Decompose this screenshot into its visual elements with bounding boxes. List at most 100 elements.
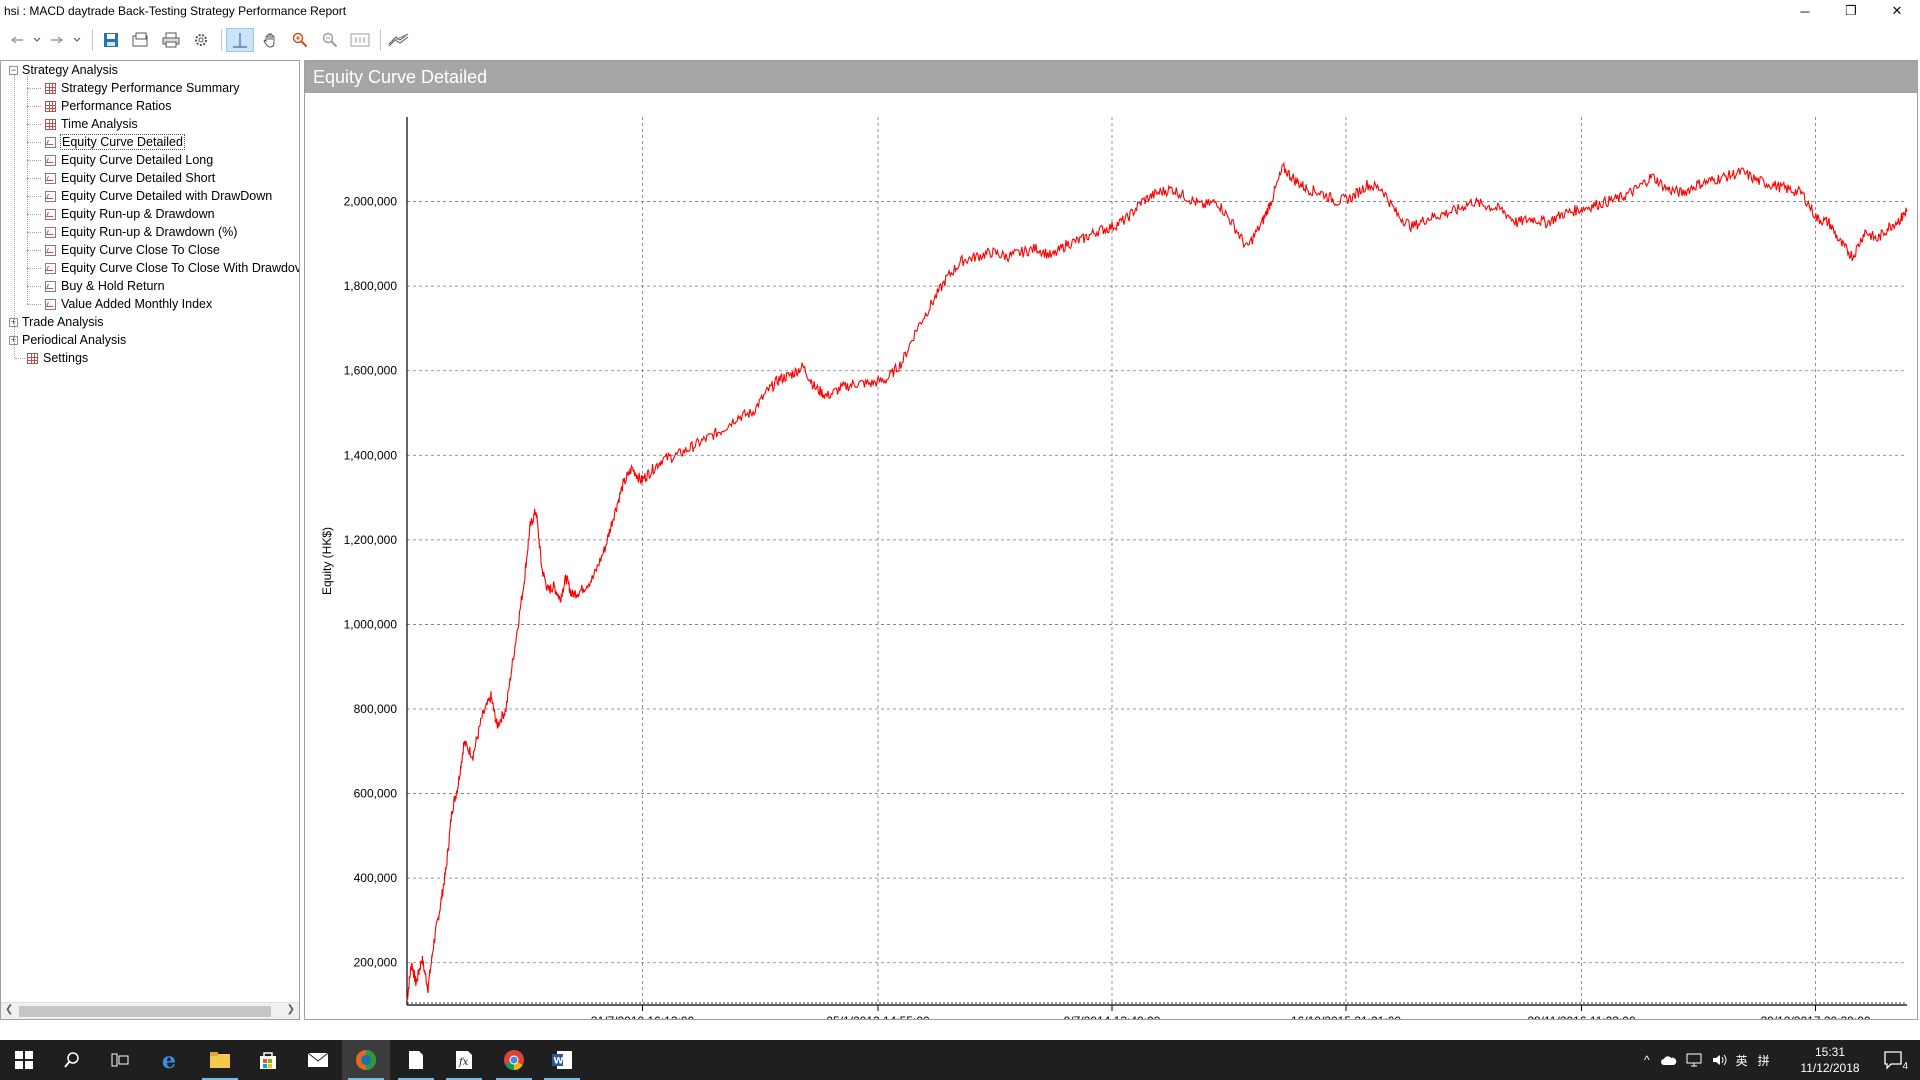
tree-connector (27, 75, 28, 304)
open-icon (132, 32, 148, 47)
network-icon[interactable] (1686, 1053, 1704, 1067)
zoom-reset-icon (350, 33, 370, 47)
svg-text:W: W (554, 1057, 564, 1067)
tree-item-performance-ratios[interactable]: Performance Ratios (45, 97, 171, 115)
tree-item-equity-curve-detailed[interactable]: Equity Curve Detailed (45, 133, 185, 151)
cloud-icon[interactable] (1660, 1054, 1678, 1066)
close-icon: ✕ (1891, 3, 1903, 18)
restore-button[interactable]: ❐ (1828, 0, 1874, 22)
tree-item-buy-hold-return[interactable]: Buy & Hold Return (45, 277, 165, 295)
pan-button[interactable] (256, 28, 284, 52)
scroll-left-icon[interactable]: ❮ (5, 1004, 13, 1015)
edge-icon: e (162, 1049, 176, 1071)
file-explorer-app[interactable] (196, 1040, 244, 1080)
crosshair-button[interactable] (226, 28, 254, 52)
tree-item-settings[interactable]: Settings (27, 349, 88, 367)
tree-connector (27, 160, 41, 161)
tree-item-label: Equity Curve Detailed (60, 134, 185, 150)
forward-dropdown-button[interactable] (68, 28, 86, 52)
report-tree: ❮ ❯ − Strategy Analysis Strategy Performan… (0, 60, 300, 1020)
start-button[interactable] (0, 1040, 48, 1080)
tree-item-strategy-performance-summary[interactable]: Strategy Performance Summary (45, 79, 240, 97)
tree-group-label: Strategy Analysis (22, 63, 118, 77)
zoom-out-button[interactable] (316, 28, 344, 52)
back-icon (10, 36, 23, 44)
zoom-in-button[interactable] (286, 28, 314, 52)
tree-item-time-analysis[interactable]: Time Analysis (45, 115, 138, 133)
search-icon (64, 1052, 79, 1068)
back-dropdown-button[interactable] (28, 28, 46, 52)
search-button[interactable] (48, 1040, 96, 1080)
back-button[interactable] (8, 28, 26, 52)
chart-style-button[interactable] (385, 28, 413, 52)
tree-group-strategy-analysis[interactable]: − Strategy Analysis (9, 61, 118, 79)
tree-item-label: Buy & Hold Return (61, 279, 165, 293)
restore-icon: ❐ (1845, 3, 1857, 18)
chart-style-icon (388, 33, 409, 47)
chrome-app[interactable] (490, 1040, 538, 1080)
tree-item-equity-run-up-drawdown[interactable]: Equity Run-up & Drawdown (%) (45, 223, 237, 241)
print-button[interactable] (157, 28, 185, 52)
x-tick-label: 29/12/2017 20:39:00 (1760, 1014, 1870, 1019)
tree-item-equity-run-up-drawdown[interactable]: Equity Run-up & Drawdown (45, 205, 215, 223)
chevron-down-icon (33, 37, 41, 42)
task-view-button[interactable] (96, 1040, 144, 1080)
volume-icon[interactable] (1712, 1053, 1728, 1067)
window-title: hsi : MACD daytrade Back-Testing Strateg… (4, 4, 347, 18)
action-center-button[interactable]: 4 (1870, 1040, 1918, 1080)
open-button[interactable] (127, 28, 155, 52)
equity-chart[interactable]: 200,000 400,000 600,000 800,000 1,000,000 1,2… (305, 93, 1917, 1019)
forward-icon (51, 36, 64, 44)
tray-overflow-icon[interactable]: ^ (1644, 1053, 1650, 1067)
tree-connector (27, 142, 41, 143)
mail-icon (307, 1052, 329, 1067)
ime-indicator[interactable]: 英 (1736, 1052, 1748, 1069)
tree-item-equity-curve-detailed-with-drawdown[interactable]: Equity Curve Detailed with DrawDown (45, 187, 272, 205)
forward-button[interactable] (48, 28, 66, 52)
y-tick-label: 1,200,000 (344, 533, 398, 547)
function-app[interactable]: fx (440, 1040, 488, 1080)
scrollbar-thumb[interactable] (19, 1006, 271, 1017)
tree-group-periodical-analysis[interactable]: + Periodical Analysis (9, 331, 126, 349)
notification-count: 4 (1902, 1061, 1908, 1072)
tree-item-label: Strategy Performance Summary (61, 81, 240, 95)
collapse-icon[interactable]: − (9, 65, 18, 75)
word-app[interactable]: W (538, 1040, 586, 1080)
tree-item-equity-curve-detailed-short[interactable]: Equity Curve Detailed Short (45, 169, 215, 187)
close-button[interactable]: ✕ (1874, 0, 1920, 22)
x-tick-label: 9/7/2014 13:40:00 (1064, 1014, 1161, 1019)
tree-item-equity-curve-close-to-close-with-drawdov[interactable]: Equity Curve Close To Close With Drawdov (45, 259, 300, 277)
mail-app[interactable] (294, 1040, 342, 1080)
tree-item-equity-curve-detailed-long[interactable]: Equity Curve Detailed Long (45, 151, 213, 169)
zoom-reset-button[interactable] (346, 28, 374, 52)
chart-report-icon (45, 208, 56, 220)
scroll-right-icon[interactable]: ❯ (287, 1004, 295, 1015)
ime-mode-indicator[interactable]: 拼 (1758, 1052, 1770, 1069)
minimize-button[interactable]: ─ (1782, 0, 1828, 22)
chart-report-icon (45, 190, 56, 202)
edge-app[interactable]: e (146, 1040, 194, 1080)
chevron-down-icon (73, 37, 81, 42)
store-app[interactable] (244, 1040, 292, 1080)
task-view-icon (111, 1053, 129, 1067)
tree-item-label: Settings (43, 351, 89, 365)
settings-button[interactable] (187, 28, 215, 52)
zoom-in-icon (292, 32, 308, 48)
tree-connector (27, 196, 41, 197)
tree-item-label: Equity Curve Close To Close With Drawdov (61, 261, 300, 275)
horizontal-scrollbar[interactable]: ❮ ❯ (1, 1002, 299, 1019)
tree-item-equity-curve-close-to-close[interactable]: Equity Curve Close To Close (45, 241, 220, 259)
chart-report-icon (45, 244, 56, 256)
y-axis-label: Equity (HK$) (320, 527, 334, 595)
save-button[interactable] (97, 28, 125, 52)
toolbar-separator (92, 29, 93, 51)
multicharts-app[interactable] (342, 1040, 390, 1080)
toolbar (0, 26, 1920, 54)
gear-icon (195, 34, 207, 46)
y-tick-label: 1,800,000 (344, 279, 398, 293)
tree-item-value-added-monthly-index[interactable]: Value Added Monthly Index (45, 295, 212, 313)
document-app[interactable] (392, 1040, 440, 1080)
chart-panel: Equity Curve Detailed 200,000 400,000 600,… (304, 60, 1918, 1020)
tree-group-trade-analysis[interactable]: + Trade Analysis (9, 313, 104, 331)
clock[interactable]: 15:31 11/12/2018 (1790, 1044, 1870, 1076)
